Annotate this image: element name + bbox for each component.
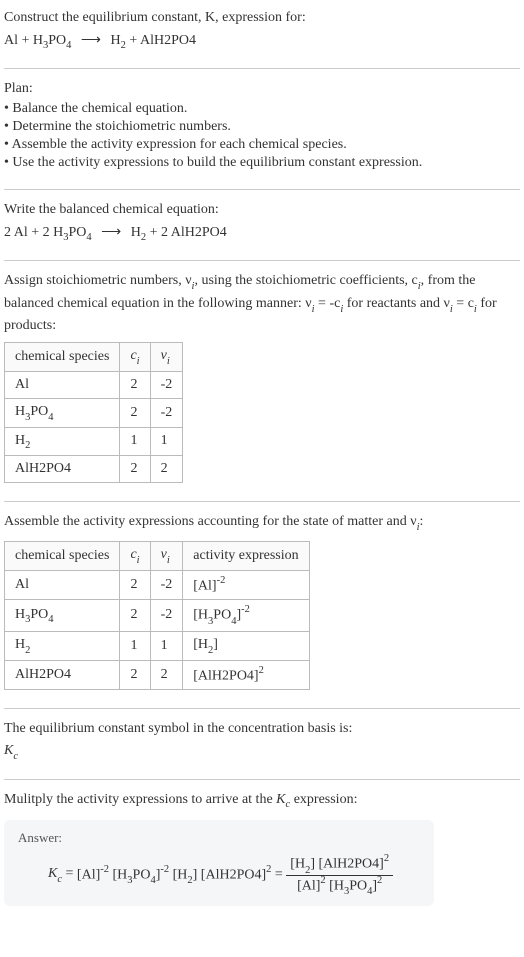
symbol-value: Kc [4,743,520,761]
prompt-section: Construct the equilibrium constant, K, e… [4,8,520,50]
balanced-equation: 2 Al + 2 H3PO4 ⟶ H2 + 2 AlH2PO4 [4,224,520,243]
prompt-text: Construct the equilibrium constant, K, e… [4,10,306,25]
divider [4,501,520,502]
assign-text: Assign stoichiometric numbers, νi, using… [4,271,520,336]
col-activity: activity expression [183,541,309,570]
divider [4,708,520,709]
cell-c: 2 [120,660,150,690]
cell-c: 2 [120,600,150,631]
activity-heading: Assemble the activity expressions accoun… [4,512,520,534]
answer-fraction: [H2] [AlH2PO4]2 [Al]2 [H3PO4]2 [286,854,393,896]
divider [4,779,520,780]
cell-c: 2 [120,570,150,600]
table-row: H2 1 1 [5,427,183,456]
col-nui: νi [150,541,183,570]
multiply-section: Mulitply the activity expressions to arr… [4,790,520,906]
table-row: AlH2PO4 2 2 [AlH2PO4]2 [5,660,310,690]
cell-c: 1 [120,427,150,456]
col-ci: ci [120,541,150,570]
plan-section: Plan: • Balance the chemical equation. •… [4,79,520,171]
cell-species: H3PO4 [5,600,120,631]
cell-species: AlH2PO4 [5,660,120,690]
table-row: Al 2 -2 [5,371,183,398]
cell-expr: [Al]-2 [183,570,309,600]
cell-species: H2 [5,427,120,456]
answer-label: Answer: [18,830,420,846]
cell-c: 1 [120,631,150,660]
cell-nu: 2 [150,660,183,690]
col-ci: ci [120,342,150,371]
cell-expr: [H3PO4]-2 [183,600,309,631]
plan-heading: Plan: [4,79,520,99]
table-header-row: chemical species ci νi [5,342,183,371]
activity-section: Assemble the activity expressions accoun… [4,512,520,690]
cell-species: Al [5,570,120,600]
balanced-heading: Write the balanced chemical equation: [4,200,520,220]
stoichiometric-table: chemical species ci νi Al 2 -2 H3PO4 2 -… [4,342,183,483]
plan-list: • Balance the chemical equation. • Deter… [4,101,520,171]
table-row: H3PO4 2 -2 [5,398,183,427]
cell-expr: [AlH2PO4]2 [183,660,309,690]
cell-nu: 1 [150,631,183,660]
table-row: AlH2PO4 2 2 [5,456,183,483]
divider [4,189,520,190]
answer-lhs: Kc = [48,866,73,884]
cell-species: Al [5,371,120,398]
plan-item: • Assemble the activity expression for e… [4,137,520,153]
col-nui: νi [150,342,183,371]
table-row: H2 1 1 [H2] [5,631,310,660]
table-row: Al 2 -2 [Al]-2 [5,570,310,600]
cell-nu: 1 [150,427,183,456]
cell-nu: -2 [150,398,183,427]
cell-nu: -2 [150,600,183,631]
balanced-section: Write the balanced chemical equation: 2 … [4,200,520,242]
col-species: chemical species [5,342,120,371]
plan-item: • Balance the chemical equation. [4,101,520,117]
assign-section: Assign stoichiometric numbers, νi, using… [4,271,520,483]
cell-nu: -2 [150,371,183,398]
prompt-line-1: Construct the equilibrium constant, K, e… [4,8,520,28]
cell-nu: -2 [150,570,183,600]
plan-item: • Use the activity expressions to build … [4,155,520,171]
multiply-text: Mulitply the activity expressions to arr… [4,790,520,812]
cell-c: 2 [120,398,150,427]
divider [4,260,520,261]
fraction-denominator: [Al]2 [H3PO4]2 [286,876,393,896]
cell-species: H2 [5,631,120,660]
table-header-row: chemical species ci νi activity expressi… [5,541,310,570]
symbol-section: The equilibrium constant symbol in the c… [4,719,520,760]
cell-nu: 2 [150,456,183,483]
cell-species: AlH2PO4 [5,456,120,483]
symbol-text: The equilibrium constant symbol in the c… [4,719,520,739]
cell-expr: [H2] [183,631,309,660]
divider [4,68,520,69]
answer-product: [Al]-2 [H3PO4]-2 [H2] [AlH2PO4]2 [77,865,271,885]
answer-box: Answer: Kc = [Al]-2 [H3PO4]-2 [H2] [AlH2… [4,820,434,906]
cell-species: H3PO4 [5,398,120,427]
plan-item: • Determine the stoichiometric numbers. [4,119,520,135]
prompt-equation: Al + H3PO4 ⟶ H2 + AlH2PO4 [4,32,520,51]
answer-equation: Kc = [Al]-2 [H3PO4]-2 [H2] [AlH2PO4]2 = … [48,854,420,896]
activity-table: chemical species ci νi activity expressi… [4,541,310,690]
fraction-numerator: [H2] [AlH2PO4]2 [286,854,393,875]
cell-c: 2 [120,456,150,483]
table-row: H3PO4 2 -2 [H3PO4]-2 [5,600,310,631]
col-species: chemical species [5,541,120,570]
cell-c: 2 [120,371,150,398]
